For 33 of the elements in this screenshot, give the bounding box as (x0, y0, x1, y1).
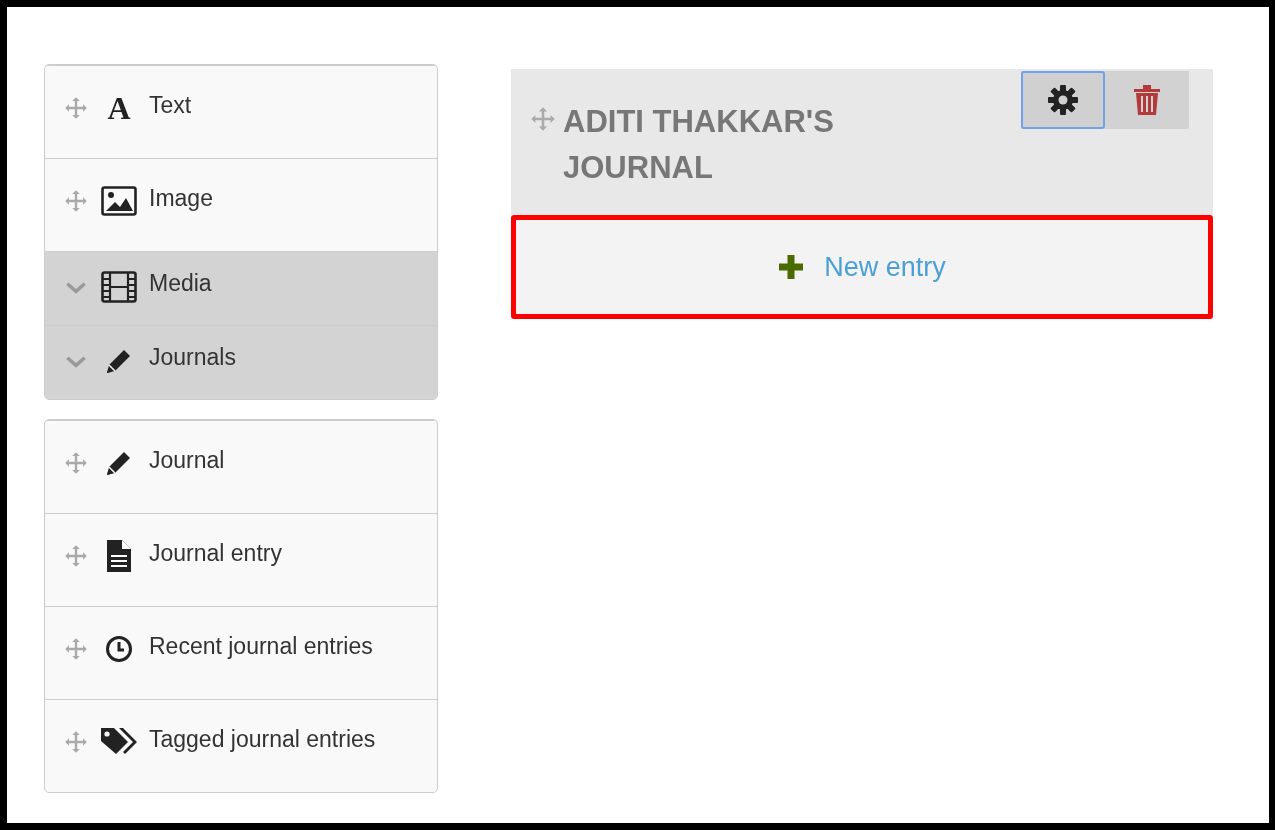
item-label: Tagged journal entries (149, 725, 376, 754)
move-icon[interactable] (63, 636, 89, 662)
palette-item[interactable]: Journal entry (45, 513, 437, 606)
image-icon (101, 186, 137, 216)
text-icon: A (107, 92, 131, 124)
item-label: Image (149, 184, 213, 213)
film-icon (101, 270, 137, 303)
clock-icon (105, 635, 133, 663)
palette-item[interactable]: Journals (45, 325, 437, 399)
journal-title: ADITI THAKKAR'S JOURNAL (563, 103, 835, 187)
palette-item[interactable]: Journal (45, 420, 437, 513)
tags-icon (100, 727, 138, 757)
move-icon[interactable] (529, 105, 557, 133)
item-label: Media (149, 270, 212, 298)
move-icon[interactable] (63, 450, 89, 476)
item-label: Journal entry (149, 539, 282, 568)
move-icon[interactable] (63, 729, 89, 755)
palette-item[interactable]: Recent journal entries (45, 606, 437, 699)
trash-icon (1133, 84, 1161, 116)
move-icon[interactable] (63, 188, 89, 214)
palette-item[interactable]: Media (45, 251, 437, 325)
move-icon[interactable] (63, 543, 89, 569)
move-icon[interactable] (63, 95, 89, 121)
settings-icon (1047, 84, 1079, 116)
palette-item[interactable]: A Text (45, 65, 437, 158)
item-label: Journals (149, 344, 236, 372)
item-label: Recent journal entries (149, 632, 373, 661)
palette-item[interactable]: Tagged journal entries (45, 699, 437, 792)
plus-icon (778, 254, 805, 280)
settings-button[interactable] (1021, 71, 1105, 129)
document-icon (107, 540, 131, 572)
item-label: Text (149, 91, 192, 120)
item-label: Journal (149, 446, 225, 475)
